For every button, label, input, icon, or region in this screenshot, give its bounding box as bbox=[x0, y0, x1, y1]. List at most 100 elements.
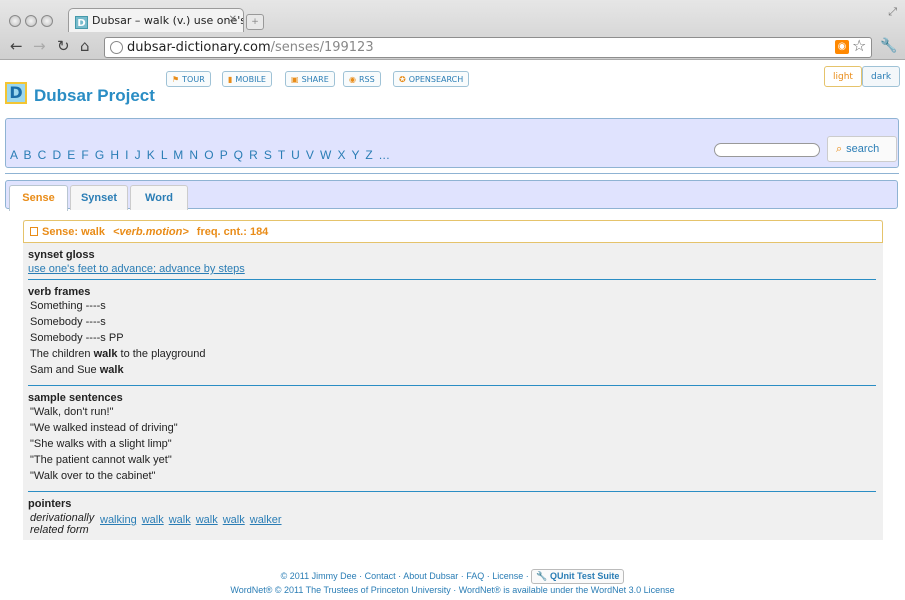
letter-link-a[interactable]: A bbox=[10, 148, 18, 162]
forward-icon[interactable]: → bbox=[33, 37, 46, 55]
wrench-icon: 🔧 bbox=[536, 571, 550, 581]
pointer-link[interactable]: walk bbox=[142, 514, 164, 526]
letter-link-q[interactable]: Q bbox=[234, 148, 244, 162]
sample-sentence: "Walk over to the cabinet" bbox=[30, 470, 156, 482]
footer-link[interactable]: FAQ bbox=[466, 571, 484, 581]
letter-link-e[interactable]: E bbox=[67, 148, 75, 162]
verb-frames-section: verb frames Something ----s Somebody ----… bbox=[28, 286, 876, 380]
browser-tab[interactable]: D Dubsar – walk (v.) use one's ✕ bbox=[68, 8, 244, 32]
letter-link-p[interactable]: P bbox=[220, 148, 228, 162]
letter-link-k[interactable]: K bbox=[147, 148, 155, 162]
pointers-section: pointers derivationally related form wal… bbox=[28, 498, 876, 536]
letter-link-v[interactable]: V bbox=[306, 148, 314, 162]
divider bbox=[28, 491, 876, 492]
letter-link-g[interactable]: G bbox=[95, 148, 105, 162]
pointer-link[interactable]: walk bbox=[196, 514, 218, 526]
letter-link-l[interactable]: L bbox=[161, 148, 168, 162]
gloss-section: synset gloss use one's feet to advance; … bbox=[28, 249, 876, 275]
letter-link-j[interactable]: J bbox=[135, 148, 141, 162]
close-tab-icon[interactable]: ✕ bbox=[229, 14, 237, 25]
globe-icon bbox=[110, 41, 123, 54]
qunit-button[interactable]: 🔧 QUnit Test Suite bbox=[531, 569, 625, 584]
wrench-icon[interactable]: 🔧 bbox=[880, 38, 897, 54]
mobile-link[interactable]: ▮ MOBILE bbox=[222, 71, 272, 87]
tab-sense[interactable]: Sense bbox=[9, 185, 68, 211]
reload-icon[interactable]: ↻ bbox=[57, 37, 70, 55]
divider bbox=[5, 173, 899, 174]
share-icon: ▣ bbox=[291, 75, 299, 84]
document-icon bbox=[30, 227, 38, 236]
sample-sentence: "Walk, don't run!" bbox=[30, 406, 114, 418]
letter-link-i[interactable]: I bbox=[125, 148, 129, 162]
light-theme-button[interactable]: light bbox=[824, 66, 862, 87]
letter-link-y[interactable]: Y bbox=[351, 148, 359, 162]
letter-link-w[interactable]: W bbox=[320, 148, 332, 162]
footer-link[interactable]: About Dubsar bbox=[403, 571, 458, 581]
letter-link-n[interactable]: N bbox=[189, 148, 198, 162]
letter-link-h[interactable]: H bbox=[110, 148, 119, 162]
letter-link-r[interactable]: R bbox=[249, 148, 258, 162]
dark-theme-button[interactable]: dark bbox=[862, 66, 901, 87]
back-icon[interactable]: ← bbox=[10, 37, 23, 55]
zoom-window-button[interactable] bbox=[41, 15, 53, 27]
verb-frame: Somebody ----s PP bbox=[30, 332, 124, 344]
pointer-link[interactable]: walker bbox=[250, 514, 282, 526]
footer-wordnet: WordNet® © 2011 The Trustees of Princeto… bbox=[230, 585, 675, 595]
sample-sentences-section: sample sentences "Walk, don't run!" "We w… bbox=[28, 392, 876, 486]
rss-feed-icon[interactable]: ◉ bbox=[835, 40, 849, 54]
footer-link[interactable]: © 2011 Jimmy Dee bbox=[281, 571, 357, 581]
search-input[interactable] bbox=[714, 143, 820, 157]
frames-heading: verb frames bbox=[28, 286, 91, 298]
letter-link-f[interactable]: F bbox=[81, 148, 89, 162]
letter-link-u[interactable]: U bbox=[291, 148, 300, 162]
search-icon: ⌕ bbox=[836, 143, 843, 155]
home-icon[interactable]: ⌂ bbox=[80, 37, 90, 55]
frame-verb: walk bbox=[99, 364, 124, 376]
pointer-link[interactable]: walk bbox=[169, 514, 191, 526]
tour-link[interactable]: ⚑ TOUR bbox=[166, 71, 211, 87]
letter-link-o[interactable]: O bbox=[204, 148, 214, 162]
tab-title: Dubsar – walk (v.) use one's bbox=[92, 14, 244, 27]
letter-link-x[interactable]: X bbox=[338, 148, 346, 162]
letter-link-m[interactable]: M bbox=[173, 148, 183, 162]
footer-link[interactable]: Contact bbox=[365, 571, 396, 581]
divider bbox=[28, 279, 876, 280]
search-button[interactable]: ⌕ search bbox=[827, 136, 897, 162]
letter-link-d[interactable]: D bbox=[52, 148, 61, 162]
tabs-bar: Sense Synset Word bbox=[5, 180, 898, 211]
gloss-heading: synset gloss bbox=[28, 249, 95, 261]
minimize-window-button[interactable] bbox=[25, 15, 37, 27]
url-path: /senses/199123 bbox=[270, 40, 374, 55]
verb-frame: Something ----s bbox=[30, 300, 106, 312]
verb-frame: The children walk to the playground bbox=[30, 348, 206, 360]
lexname: <verb.motion> bbox=[112, 226, 189, 238]
pointer-link[interactable]: walk bbox=[223, 514, 245, 526]
tab-word[interactable]: Word bbox=[130, 185, 188, 210]
opensearch-link[interactable]: ✪ OPENSEARCH bbox=[393, 71, 470, 87]
letter-link-t[interactable]: T bbox=[278, 148, 286, 162]
close-window-button[interactable] bbox=[9, 15, 21, 27]
letter-link-more[interactable]: ... bbox=[379, 148, 390, 162]
address-bar[interactable]: dubsar-dictionary.com/senses/199123 bbox=[104, 37, 872, 58]
letter-link-c[interactable]: C bbox=[38, 148, 47, 162]
bookmark-star-icon[interactable]: ☆ bbox=[852, 36, 866, 55]
pointer-link[interactable]: walking bbox=[100, 514, 137, 526]
tab-synset[interactable]: Synset bbox=[70, 185, 128, 210]
rss-link[interactable]: ◉ RSS bbox=[343, 71, 381, 87]
logo[interactable]: D bbox=[5, 82, 27, 104]
pointers-heading: pointers bbox=[28, 498, 72, 510]
letter-link-z[interactable]: Z bbox=[365, 148, 373, 162]
new-tab-button[interactable]: + bbox=[246, 14, 264, 30]
gloss-link[interactable]: use one's feet to advance; advance by st… bbox=[28, 263, 876, 275]
fullscreen-icon[interactable]: ⤢ bbox=[888, 5, 897, 19]
flag-icon: ⚑ bbox=[172, 75, 180, 84]
letter-link-b[interactable]: B bbox=[23, 148, 31, 162]
frame-verb: walk bbox=[93, 348, 118, 360]
site-title[interactable]: Dubsar Project bbox=[34, 86, 155, 106]
window-controls bbox=[9, 12, 57, 31]
footer-link[interactable]: License bbox=[492, 571, 523, 581]
footer: © 2011 Jimmy Dee · Contact · About Dubsa… bbox=[0, 569, 905, 597]
share-link[interactable]: ▣ SHARE bbox=[285, 71, 335, 87]
sense-panel: Sense: walk <verb.motion> freq. cnt.: 184 … bbox=[23, 220, 883, 540]
letter-link-s[interactable]: S bbox=[264, 148, 272, 162]
